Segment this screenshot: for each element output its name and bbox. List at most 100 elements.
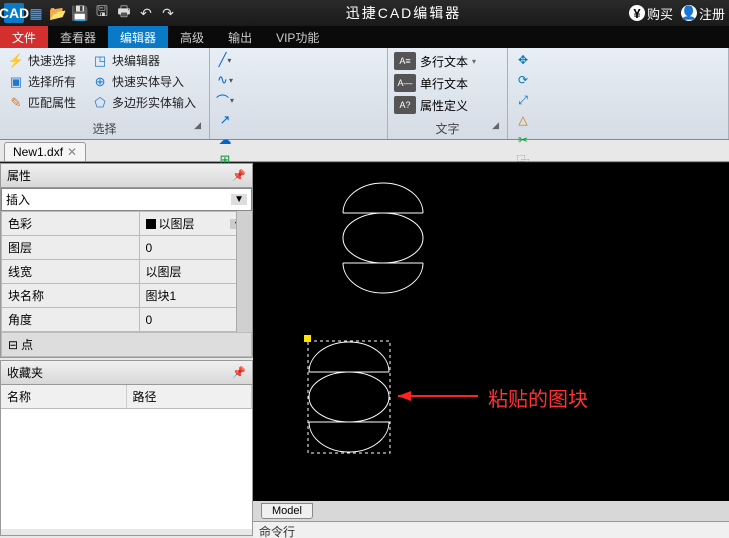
new-icon[interactable]: ▦ — [26, 3, 46, 23]
polygon-icon: ⬠ — [92, 95, 108, 111]
favorites-header: 收藏夹 📌 — [1, 361, 252, 385]
insert-combo[interactable]: 插入 ▼ — [1, 188, 252, 211]
col-path[interactable]: 路径 — [127, 385, 253, 408]
prop-val[interactable]: 以图层 — [139, 260, 252, 284]
scale-icon[interactable]: ⤢ — [514, 91, 532, 109]
ribbon-group-draw: ╱ ∿ ⌒ ↗ ☁ ⊞ ▭ ○ ⬭ • 〰 🖼 ⬠ ⟷ ▦ ⤹ ⊞ ◨ 绘制◢ — [210, 48, 388, 139]
table-row[interactable]: 色彩 以图层▼ — [2, 212, 252, 236]
properties-title: 属性 — [7, 167, 31, 184]
col-name[interactable]: 名称 — [1, 385, 127, 408]
color-swatch-icon — [146, 219, 156, 229]
arc-icon[interactable]: ⌒ — [216, 91, 234, 109]
quick-select-button[interactable]: ⚡快速选择 — [6, 51, 78, 70]
prop-val[interactable]: 图块1 — [139, 284, 252, 308]
ribbon-group-tools: ✥ ⟳ ⤢ △ ✂ ⿻ ⊞ ◎ ✶ ⟶ ⊂ ⌐ ⌁ ≡ ↔ ⌊ ◢ ◫ 工具◢ — [508, 48, 729, 139]
saveas-icon[interactable]: 🖫 — [92, 3, 112, 23]
prop-val[interactable]: 0 — [139, 308, 252, 332]
open-icon[interactable]: 📂 — [48, 3, 68, 23]
prop-val[interactable]: 0 — [139, 236, 252, 260]
annotation-text: 粘贴的图块 — [488, 383, 588, 412]
ribbon-group-select: ⚡快速选择 ◳块编辑器 ▣选择所有 ⊕快速实体导入 ✎匹配属性 ⬠多边形实体输入… — [0, 48, 210, 139]
menu-output[interactable]: 输出 — [216, 26, 264, 48]
move-icon[interactable]: ✥ — [514, 51, 532, 69]
attr-def-button[interactable]: A?属性定义 — [394, 95, 501, 115]
model-tab-bar: Model — [253, 501, 729, 521]
print-icon[interactable]: 🖶 — [114, 3, 134, 23]
buy-button[interactable]: ¥购买 — [629, 4, 673, 23]
favorites-list[interactable] — [1, 409, 252, 529]
menu-editor[interactable]: 编辑器 — [108, 26, 168, 48]
close-icon[interactable]: ✕ — [67, 145, 77, 159]
brush-icon: ✎ — [8, 95, 24, 111]
select-all-icon: ▣ — [8, 74, 24, 90]
expand-icon[interactable]: ◢ — [194, 120, 201, 131]
menu-file[interactable]: 文件 — [0, 26, 48, 48]
text-icon: A— — [394, 74, 416, 92]
favorites-columns: 名称 路径 — [1, 385, 252, 409]
properties-table: 色彩 以图层▼ 图层0 线宽以图层 块名称图块1 角度0 — [1, 211, 252, 332]
polyline-icon[interactable]: ∿ — [216, 71, 234, 89]
singleline-text-button[interactable]: A—单行文本 — [394, 73, 501, 93]
yen-icon: ¥ — [629, 5, 645, 21]
combo-value: 插入 — [6, 191, 30, 208]
save-icon[interactable]: 💾 — [70, 3, 90, 23]
canvas-svg — [253, 163, 729, 523]
table-row[interactable]: 图层0 — [2, 236, 252, 260]
favorites-title: 收藏夹 — [7, 364, 43, 381]
mirror-icon[interactable]: △ — [514, 111, 532, 129]
table-row[interactable]: 角度0 — [2, 308, 252, 332]
expand-icon[interactable]: ◢ — [492, 120, 499, 131]
favorites-panel: 收藏夹 📌 名称 路径 — [0, 360, 253, 536]
chevron-down-icon: ▼ — [231, 194, 247, 205]
properties-panel: 属性 📌 插入 ▼ 色彩 以图层▼ 图层0 线宽以图层 块名称图块1 角度0 ⊟… — [0, 163, 253, 358]
pin-icon[interactable]: 📌 — [232, 169, 246, 182]
menu-vip[interactable]: VIP功能 — [264, 26, 331, 48]
prop-key: 角度 — [2, 308, 140, 332]
app-title: 迅捷CAD编辑器 — [178, 3, 629, 23]
ribbon-group-text: A≡多行文本▾ A—单行文本 A?属性定义 文字◢ — [388, 48, 508, 139]
selection-grip[interactable] — [304, 335, 311, 342]
rotate-icon[interactable]: ⟳ — [514, 71, 532, 89]
drawing-canvas[interactable]: 粘贴的图块 Model 命令行 — [253, 163, 729, 538]
menu-viewer[interactable]: 查看器 — [48, 26, 108, 48]
model-tab[interactable]: Model — [261, 503, 313, 519]
poly-entity-input-button[interactable]: ⬠多边形实体输入 — [90, 93, 198, 112]
prop-key: 色彩 — [2, 212, 140, 236]
multiline-text-button[interactable]: A≡多行文本▾ — [394, 51, 501, 71]
prop-val-color[interactable]: 以图层▼ — [139, 212, 252, 236]
left-panel: 属性 📌 插入 ▼ 色彩 以图层▼ 图层0 线宽以图层 块名称图块1 角度0 ⊟… — [0, 163, 253, 538]
collapse-icon: ⊟ — [8, 338, 18, 352]
table-row[interactable]: 线宽以图层 — [2, 260, 252, 284]
prop-key: 线宽 — [2, 260, 140, 284]
register-button[interactable]: 👤注册 — [681, 4, 725, 23]
line-icon[interactable]: ╱ — [216, 51, 234, 69]
command-line[interactable]: 命令行 — [253, 521, 729, 538]
block-editor-button[interactable]: ◳块编辑器 — [90, 51, 162, 70]
document-tab[interactable]: New1.dxf ✕ — [4, 142, 86, 161]
select-all-button[interactable]: ▣选择所有 — [6, 72, 78, 91]
doc-tab-label: New1.dxf — [13, 145, 63, 159]
point-section[interactable]: ⊟点 — [1, 332, 252, 357]
table-row[interactable]: 块名称图块1 — [2, 284, 252, 308]
quick-entity-import-button[interactable]: ⊕快速实体导入 — [90, 72, 186, 91]
menu-bar: 文件 查看器 编辑器 高级 输出 VIP功能 — [0, 26, 729, 48]
menu-advanced[interactable]: 高级 — [168, 26, 216, 48]
title-bar: CAD ▦ 📂 💾 🖫 🖶 ↶ ↷ 迅捷CAD编辑器 ¥购买 👤注册 — [0, 0, 729, 26]
undo-icon[interactable]: ↶ — [136, 3, 156, 23]
redo-icon[interactable]: ↷ — [158, 3, 178, 23]
block-editor-icon: ◳ — [92, 53, 108, 69]
properties-header: 属性 📌 — [1, 164, 252, 188]
app-logo-icon[interactable]: CAD — [4, 3, 24, 23]
group-label-text: 文字◢ — [394, 118, 501, 139]
group-label-select: 选择◢ — [6, 118, 203, 139]
arrow-icon[interactable]: ↗ — [216, 111, 234, 129]
cloud-icon[interactable]: ☁ — [216, 131, 234, 149]
attr-icon: A? — [394, 96, 416, 114]
prop-key: 图层 — [2, 236, 140, 260]
ribbon: ⚡快速选择 ◳块编辑器 ▣选择所有 ⊕快速实体导入 ✎匹配属性 ⬠多边形实体输入… — [0, 48, 729, 140]
quick-select-icon: ⚡ — [8, 53, 24, 69]
import-icon: ⊕ — [92, 74, 108, 90]
match-prop-button[interactable]: ✎匹配属性 — [6, 93, 78, 112]
trim-icon[interactable]: ✂ — [514, 131, 532, 149]
pin-icon[interactable]: 📌 — [232, 366, 246, 379]
